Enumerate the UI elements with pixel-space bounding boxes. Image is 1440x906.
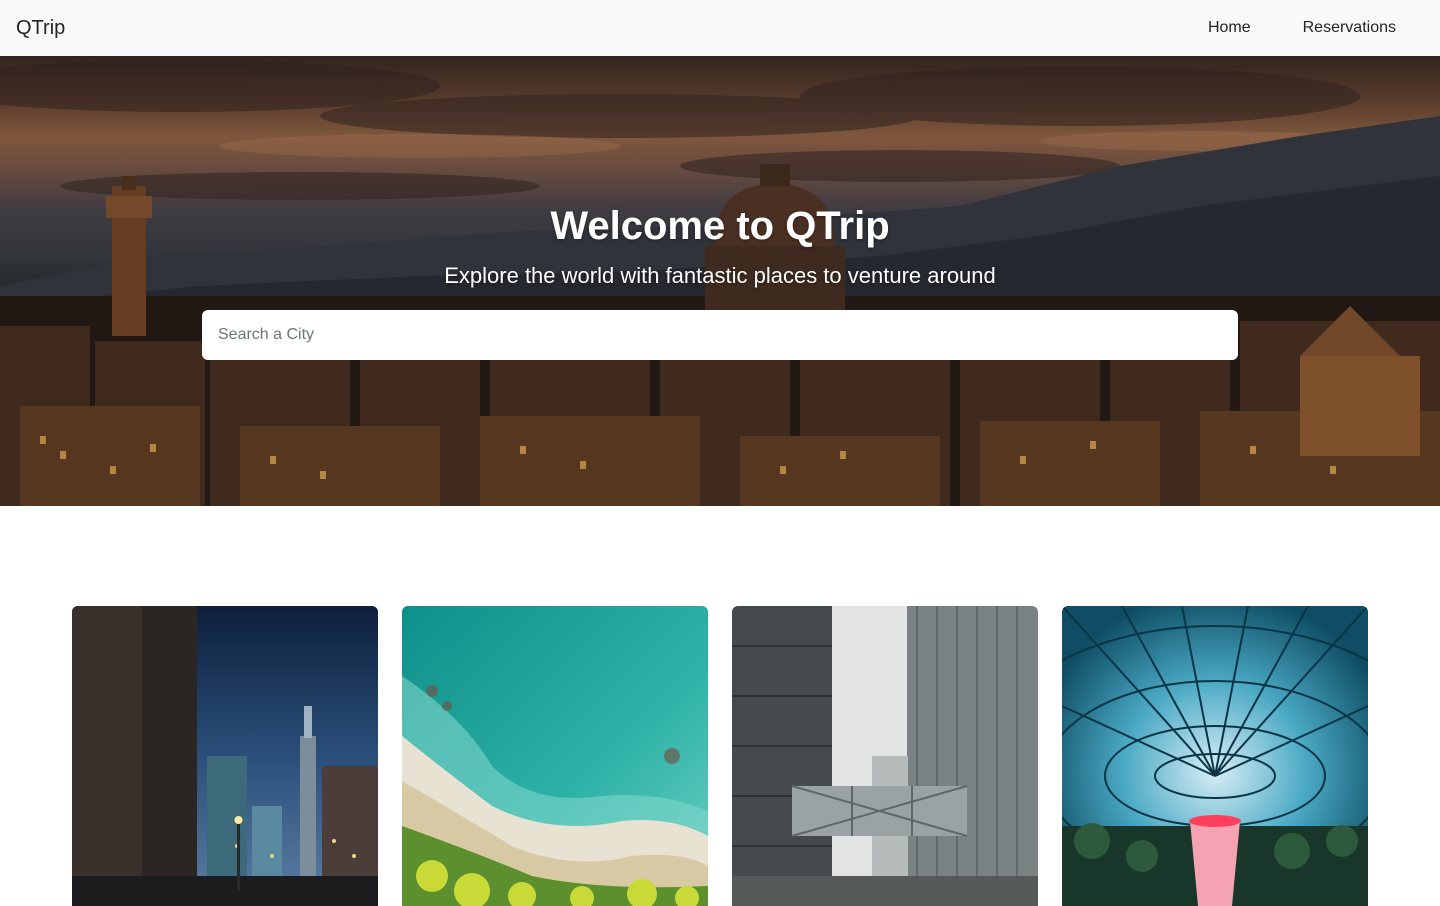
city-image-glass-dome (1062, 606, 1368, 906)
navbar: QTrip Home Reservations (0, 0, 1440, 56)
brand-logo[interactable]: QTrip (16, 17, 65, 40)
hero-subtitle: Explore the world with fantastic places … (444, 263, 996, 288)
nav-link-home[interactable]: Home (1208, 19, 1251, 37)
city-tile-4[interactable] (1062, 606, 1368, 906)
city-tile-1[interactable] (72, 606, 378, 906)
city-image-night-street (72, 606, 378, 906)
city-tile-3[interactable] (732, 606, 1038, 906)
hero-banner: Welcome to QTrip Explore the world with … (0, 56, 1440, 506)
nav-links: Home Reservations (1156, 19, 1424, 37)
city-tile-2[interactable] (402, 606, 708, 906)
city-image-aerial-beach (402, 606, 708, 906)
hero-title: Welcome to QTrip (550, 204, 890, 248)
nav-link-reservations[interactable]: Reservations (1303, 19, 1396, 37)
city-image-skybridge (732, 606, 1038, 906)
city-search-input[interactable] (202, 310, 1238, 360)
city-grid (72, 606, 1368, 906)
